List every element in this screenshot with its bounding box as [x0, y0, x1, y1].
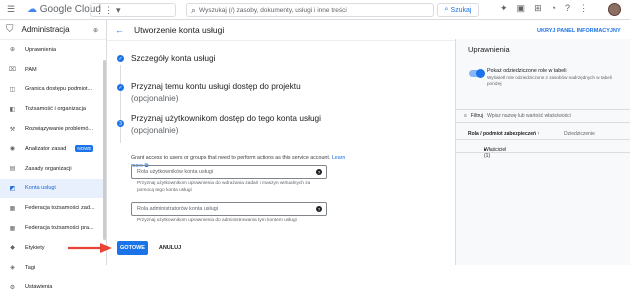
sidebar-item[interactable]: ⚒ Rozwiązywanie problemó... [0, 119, 106, 139]
sidebar-header: ⛉ Administracja ⊕ [0, 20, 106, 40]
service-account-admins-role-field[interactable]: Rola administratorów konta usługi ? [131, 202, 327, 216]
sidebar-item-label: Tagi [25, 264, 36, 271]
back-arrow-icon[interactable]: ← [115, 25, 124, 35]
step-3-title: Przyznaj użytkownikom dostęp do tego kon… [131, 113, 322, 135]
help-icon[interactable]: ? [316, 206, 322, 212]
column-header-inheritance: Dziedziczenie [564, 131, 595, 137]
service-account-icon: ◩ [9, 185, 16, 192]
tag-icon: ◈ [10, 265, 15, 272]
sidebar-title: Administracja [21, 25, 70, 34]
show-inherited-toggle[interactable] [469, 69, 485, 78]
menu-icon[interactable]: ☰ [7, 5, 15, 14]
info-panel: Uprawnienia Pokaż odziedziczone role w t… [455, 39, 630, 265]
sidebar-item[interactable]: ◩ Konta usługi [0, 178, 106, 199]
wrench-icon: ⚒ [9, 126, 16, 133]
notifications-icon[interactable]: ◔ [551, 4, 556, 13]
sidebar: ⛉ Administracja ⊕ ⊕ Uprawnienia ⌧ PAM ◫ Grani… [0, 20, 107, 291]
step-1-check-icon: ✓ [117, 55, 124, 62]
analyzer-icon: ◉ [9, 146, 16, 153]
sidebar-item-label: Analizator zasad [25, 145, 67, 152]
sidebar-item-label: Zasady organizacji [25, 165, 72, 172]
terminal-icon[interactable]: ▣ [517, 4, 526, 13]
chevron-down-icon: ▾ [116, 4, 121, 15]
step-2-check-icon: ✓ [117, 84, 124, 91]
search-icon: ⌕ [191, 4, 197, 15]
main-content: ← Utworzenie konta usługi ✓ Szczegóły ko… [107, 20, 455, 265]
sidebar-item-label: Uprawnienia [25, 46, 57, 53]
pointer-arrow-icon [68, 243, 112, 253]
sidebar-item[interactable]: ◫ Granica dostępu podmiot... [0, 80, 106, 100]
sidebar-item-label: PAM [25, 66, 37, 73]
sidebar-item[interactable]: ⚙ Ustawienia [0, 278, 106, 297]
new-badge: NOWE [75, 145, 94, 153]
sidebar-item[interactable]: ◉ Analizator zasad NOWE [0, 139, 106, 159]
sidebar-item[interactable]: ▦ Federacja tożsamości zad... [0, 198, 106, 218]
info-panel-title: Uprawnienia [468, 45, 510, 54]
sidebar-item[interactable]: ◈ Tagi [0, 258, 106, 278]
toggle-label: Pokaż odziedziczone role w tabeli Wyświe… [487, 68, 612, 86]
field-2-hint: Przyznaj użytkownikom uprawnienia do adm… [137, 218, 297, 223]
sidebar-item-label: Etykiety [25, 244, 45, 251]
page-header: ← Utworzenie konta usługi [107, 20, 455, 41]
help-icon[interactable]: ? [316, 169, 322, 175]
project-icon: ⋮⋮ [95, 4, 113, 15]
filter-input[interactable]: ≡ Filtruj Wpisz nazwę lub wartość właści… [456, 109, 630, 123]
stepper-line [120, 65, 121, 143]
cancel-button[interactable]: ANULUJ [157, 241, 183, 255]
top-bar: ☰ ☁ Google Cloud ⋮⋮ ▾ ⌕ Wyszukaj (/) zas… [0, 0, 630, 20]
lock-icon: ⌧ [9, 67, 16, 74]
sidebar-item[interactable]: ◧ Tożsamość i organizacja [0, 99, 106, 119]
sidebar-item-label: Rozwiązywanie problemó... [25, 126, 94, 133]
avatar[interactable] [608, 3, 621, 16]
document-icon: ▤ [9, 166, 16, 173]
step-2-title[interactable]: Przyznaj temu kontu usługi dostęp do pro… [131, 80, 301, 104]
hide-info-panel-link[interactable]: UKRYJ PANEL INFORMACYJNY [537, 28, 621, 34]
person-add-icon: ⊕ [9, 47, 16, 54]
gemini-icon[interactable]: ✦ [500, 4, 508, 13]
search-input[interactable]: ⌕ Wyszukaj (/) zasoby, dokumenty, usługi… [186, 3, 434, 17]
search-icon: ⌕ [444, 6, 449, 13]
field-1-hint: Przyznaj użytkownikom uprawnienia do wdr… [137, 181, 311, 193]
table-row[interactable]: ▸ Właściciel (1) [456, 141, 630, 159]
more-vert-icon[interactable]: ⋮ [579, 4, 588, 13]
federation-icon: ▦ [9, 225, 16, 232]
gear-icon: ⚙ [9, 284, 16, 291]
identity-icon: ◧ [9, 106, 16, 113]
filter-icon: ≡ [464, 113, 467, 119]
cloud-logo-icon: ☁ [27, 4, 37, 15]
sidebar-item-label: Tożsamość i organizacja [25, 106, 86, 113]
sidebar-item-label: Ustawienia [25, 284, 53, 291]
sidebar-item[interactable]: ⌧ PAM [0, 60, 106, 80]
table-header: Rola / podmiot zabezpieczeń ↑ Dziedzicze… [456, 128, 630, 140]
sidebar-item[interactable]: ▦ Federacja tożsamości pra... [0, 218, 106, 238]
sidebar-item-label: Federacja tożsamości pra... [25, 225, 94, 232]
sidebar-item-label: Federacja tożsamości zad... [25, 205, 95, 212]
step-3-number: 3 [117, 120, 124, 127]
sidebar-item[interactable]: ▤ Zasady organizacji [0, 159, 106, 179]
toggle-knob [476, 69, 485, 78]
help-icon[interactable]: ? [565, 4, 570, 13]
gift-icon[interactable]: ⊞ [534, 4, 542, 13]
sidebar-item-label: Konta usługi [25, 185, 56, 192]
sidebar-item[interactable]: ⊕ Uprawnienia [0, 40, 106, 60]
pin-icon[interactable]: ⊕ [93, 27, 98, 34]
project-picker[interactable]: ⋮⋮ ▾ [90, 3, 176, 17]
done-button[interactable]: GOTOWE [117, 241, 148, 255]
shield-icon: ⛉ [6, 23, 14, 35]
label-icon: ◆ [10, 245, 15, 252]
sidebar-item-label: Granica dostępu podmiot... [25, 86, 93, 93]
sort-arrow-up-icon: ↑ [537, 131, 540, 137]
sidebar-scrollbar[interactable] [103, 60, 106, 240]
boundary-icon: ◫ [9, 86, 16, 93]
page-title: Utworzenie konta usługi [134, 25, 225, 35]
column-header-role[interactable]: Rola / podmiot zabezpieczeń ↑ [468, 131, 540, 137]
search-button[interactable]: ⌕ Szukaj [437, 3, 479, 17]
service-account-users-role-field[interactable]: Rola użytkowników konta usługi ? [131, 165, 327, 179]
step-1-title[interactable]: Szczegóły konta usługi [131, 52, 215, 64]
federation-icon: ▦ [9, 205, 16, 212]
